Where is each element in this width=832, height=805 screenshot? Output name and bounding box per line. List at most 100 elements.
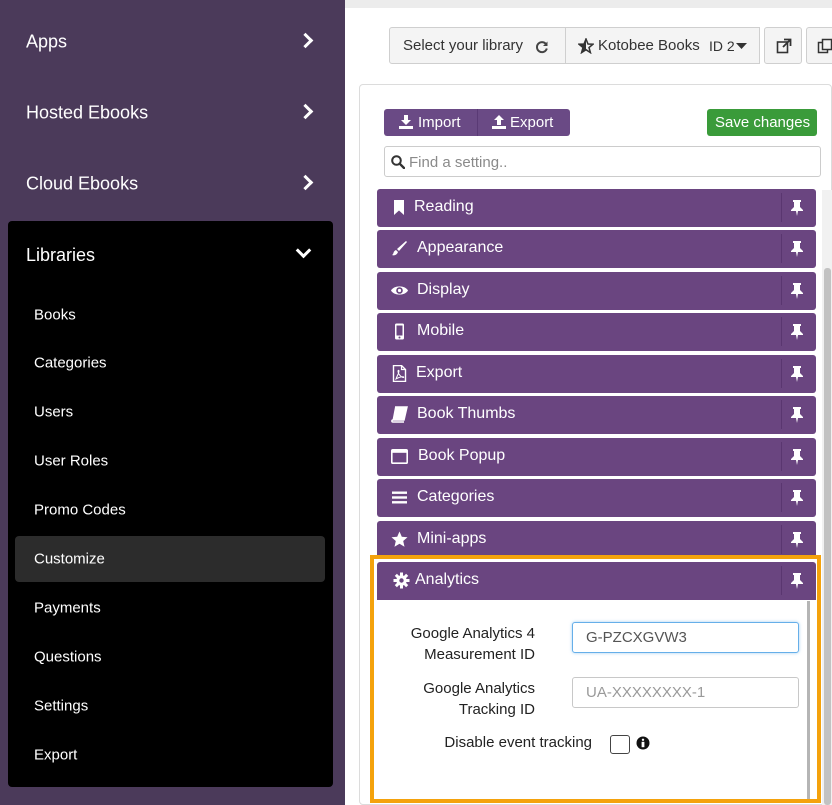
refresh-icon xyxy=(536,41,548,54)
sidebar-item-export[interactable]: Export xyxy=(15,732,325,778)
sidebar-item-books[interactable]: Books xyxy=(15,292,325,338)
sidebar-item-label: Users xyxy=(34,403,74,421)
panel-label: Appearance xyxy=(417,239,504,256)
pin-button[interactable] xyxy=(781,193,810,222)
nav-item-libraries[interactable]: Libraries xyxy=(8,221,333,287)
nav-item-label: Apps xyxy=(26,31,68,51)
library-topbar: Select your library Kotobee Books ID 2 xyxy=(389,27,832,64)
panel-book-popup[interactable]: Book Popup xyxy=(377,438,816,476)
pin-icon xyxy=(791,241,803,257)
select-library-label: Select your library xyxy=(403,37,524,54)
pin-icon xyxy=(791,490,803,506)
save-changes-button[interactable]: Save changes xyxy=(707,109,817,136)
chevron-down-icon xyxy=(295,242,312,259)
pin-icon xyxy=(791,200,803,216)
pin-icon xyxy=(791,324,803,340)
nav-item-label: Cloud Ebooks xyxy=(26,173,139,193)
import-button[interactable]: Import xyxy=(384,109,477,136)
pin-button[interactable] xyxy=(781,442,810,471)
panel-label: Book Thumbs xyxy=(417,405,516,422)
panel-label: Display xyxy=(417,281,470,298)
window-icon xyxy=(391,448,408,464)
panel-label: Export xyxy=(416,364,463,381)
pin-button[interactable] xyxy=(781,483,810,512)
panel-categories[interactable]: Categories xyxy=(377,479,816,517)
mobile-icon xyxy=(395,323,404,340)
pin-icon xyxy=(791,366,803,382)
chevron-right-icon xyxy=(297,103,314,119)
nav-item-apps[interactable]: Apps xyxy=(0,6,345,77)
library-id: ID 2 xyxy=(709,38,735,54)
copy-icon xyxy=(817,38,832,54)
star-icon xyxy=(391,531,408,547)
import-label: Import xyxy=(418,114,461,131)
paintbrush-icon xyxy=(392,241,407,256)
sidebar-item-users[interactable]: Users xyxy=(15,389,325,435)
panel-label: Book Popup xyxy=(418,447,506,464)
panel-mini-apps[interactable]: Mini-apps xyxy=(377,521,816,559)
pdf-file-icon xyxy=(392,365,407,382)
sidebar-item-categories[interactable]: Categories xyxy=(15,340,325,386)
setting-search xyxy=(384,146,821,177)
panel-export[interactable]: Export xyxy=(377,355,816,393)
sidebar-item-questions[interactable]: Questions xyxy=(15,634,325,680)
panel-label: Reading xyxy=(414,198,474,215)
copy-button[interactable] xyxy=(806,27,832,64)
sidebar-item-label: Customize xyxy=(34,550,105,568)
export-button[interactable]: Export xyxy=(478,109,570,136)
star-half-icon xyxy=(578,38,594,54)
list-icon xyxy=(392,491,407,504)
external-link-icon xyxy=(776,38,792,54)
library-dropdown[interactable]: Kotobee Books ID 2 xyxy=(565,27,760,64)
nav-item-hosted-ebooks[interactable]: Hosted Ebooks xyxy=(0,77,345,148)
libraries-section: Libraries Books Categories Users User Ro… xyxy=(8,221,333,787)
pin-button[interactable] xyxy=(781,525,810,554)
caret-down-icon xyxy=(736,43,747,49)
select-library-button[interactable]: Select your library xyxy=(389,27,566,64)
chevron-right-icon xyxy=(297,32,314,48)
sidebar-item-payments[interactable]: Payments xyxy=(15,585,325,631)
search-icon xyxy=(391,155,405,169)
nav-item-label: Hosted Ebooks xyxy=(26,102,149,122)
panel-mobile[interactable]: Mobile xyxy=(377,313,816,351)
panel-label: Categories xyxy=(417,488,495,505)
pin-button[interactable] xyxy=(781,317,810,346)
upload-icon xyxy=(492,115,506,129)
panel-reading[interactable]: Reading xyxy=(377,189,816,227)
sidebar-item-label: Books xyxy=(34,306,76,324)
pin-button[interactable] xyxy=(781,234,810,263)
sidebar-item-promo-codes[interactable]: Promo Codes xyxy=(15,487,325,533)
pin-icon xyxy=(791,407,803,423)
eye-icon xyxy=(391,286,408,295)
export-label: Export xyxy=(510,114,554,131)
download-icon xyxy=(399,115,413,129)
nav-item-label: Libraries xyxy=(26,245,96,265)
pin-icon xyxy=(791,532,803,548)
book-icon xyxy=(391,406,408,423)
nav-item-cloud-ebooks[interactable]: Cloud Ebooks xyxy=(0,148,345,219)
pin-button[interactable] xyxy=(781,276,810,305)
scrollbar-thumb[interactable] xyxy=(824,268,831,805)
pin-icon xyxy=(791,449,803,465)
search-input[interactable] xyxy=(409,151,809,173)
sidebar-item-label: Payments xyxy=(34,599,101,617)
sidebar-item-label: Export xyxy=(34,746,78,764)
sidebar-item-customize[interactable]: Customize xyxy=(15,536,325,582)
panel-appearance[interactable]: Appearance xyxy=(377,230,816,268)
sidebar-item-settings[interactable]: Settings xyxy=(15,683,325,729)
library-name: Kotobee Books xyxy=(598,37,700,54)
open-external-button[interactable] xyxy=(764,27,802,64)
pin-button[interactable] xyxy=(781,359,810,388)
sidebar-item-label: Settings xyxy=(34,697,89,715)
sidebar-item-user-roles[interactable]: User Roles xyxy=(15,438,325,484)
sidebar: Apps Hosted Ebooks Cloud Ebooks Librarie… xyxy=(0,0,345,805)
pin-button[interactable] xyxy=(781,400,810,429)
sidebar-item-label: Categories xyxy=(34,354,107,372)
panel-book-thumbs[interactable]: Book Thumbs xyxy=(377,396,816,434)
import-export-group: Import Export xyxy=(384,109,570,136)
save-label: Save changes xyxy=(715,114,811,131)
analytics-highlight-frame xyxy=(370,555,821,803)
sidebar-item-label: Promo Codes xyxy=(34,501,126,519)
sidebar-item-label: User Roles xyxy=(34,452,109,470)
panel-display[interactable]: Display xyxy=(377,272,816,310)
